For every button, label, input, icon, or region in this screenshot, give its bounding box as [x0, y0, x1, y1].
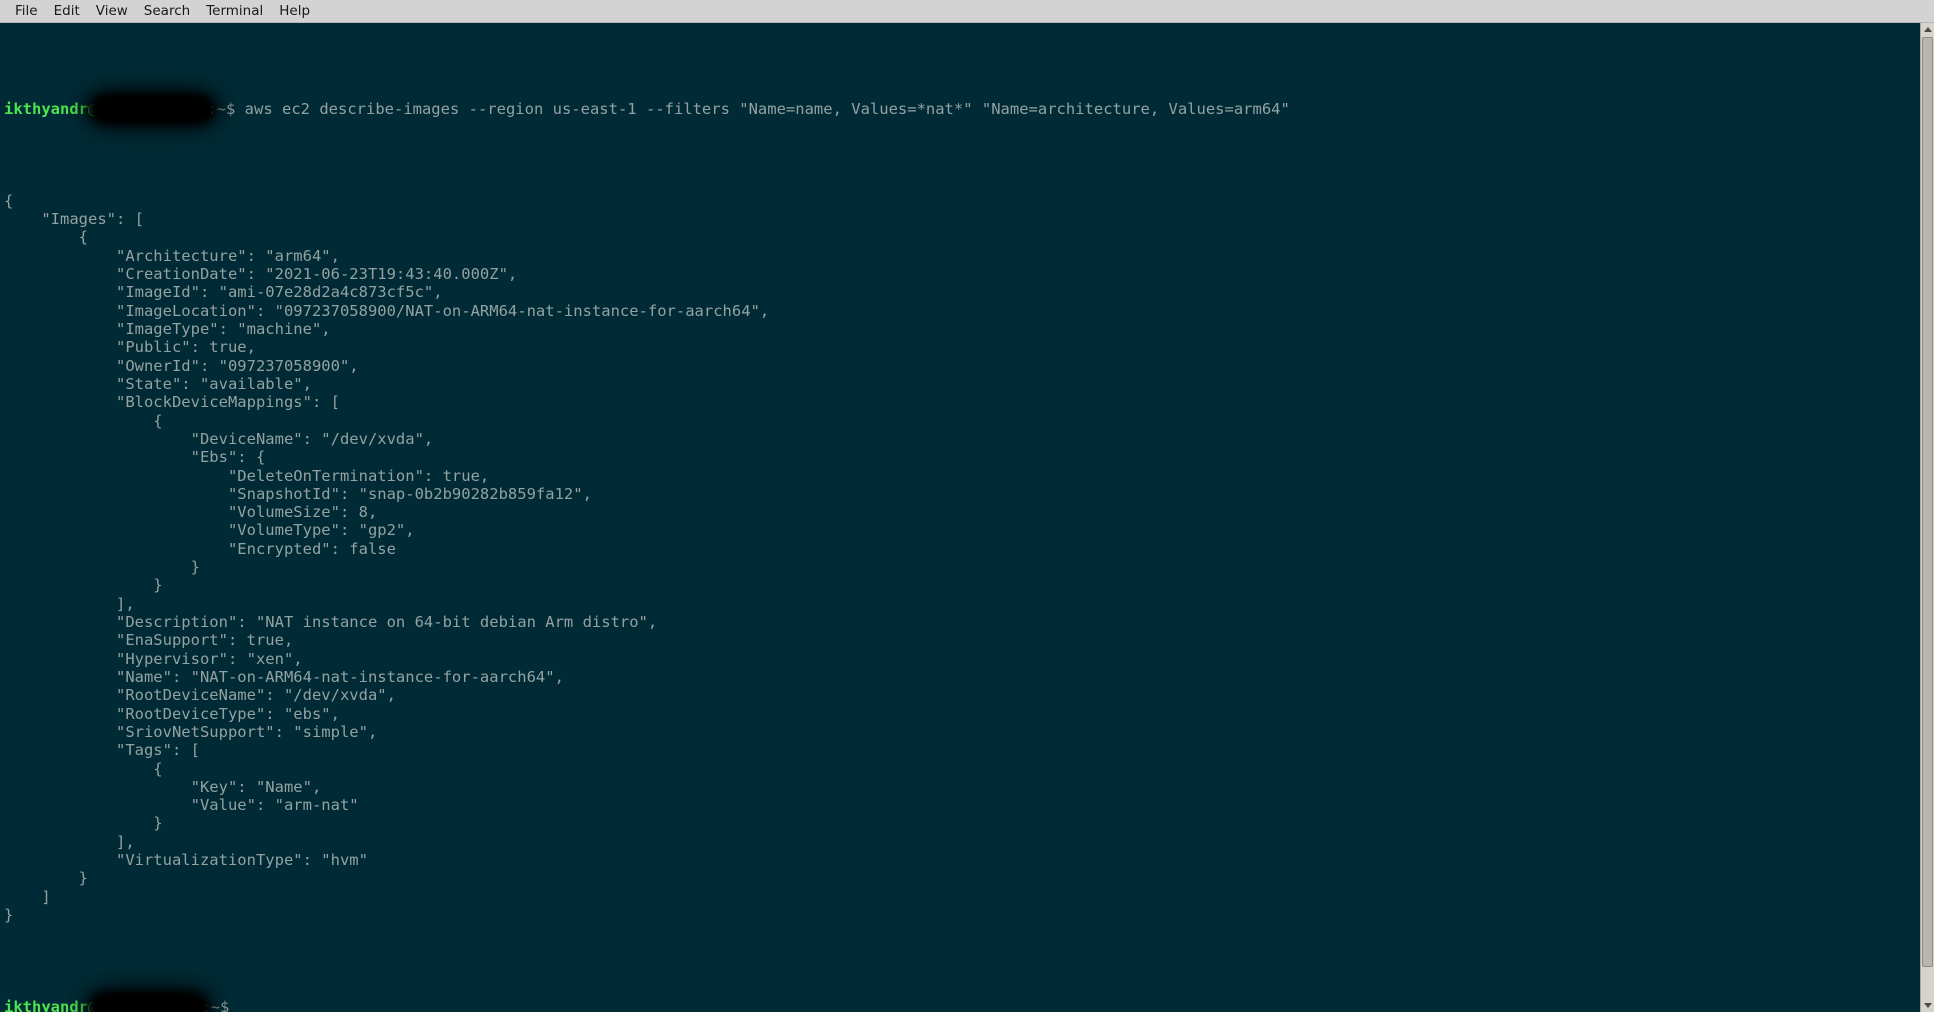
output-line: "Encrypted": false: [4, 539, 396, 558]
menu-item-edit[interactable]: Edit: [46, 1, 88, 21]
final-prompt-at: @: [88, 997, 98, 1012]
output-line: "DeleteOnTermination": true,: [4, 466, 490, 485]
output-line: "VolumeSize": 8,: [4, 503, 378, 522]
terminal-screen[interactable]: ikthyandr@:~$ aws ec2 describe-images --…: [0, 23, 1920, 1012]
output-line: {: [4, 411, 163, 430]
output-line: "VirtualizationType": "hvm": [4, 851, 368, 870]
menu-item-terminal[interactable]: Terminal: [198, 1, 271, 21]
menu-item-view[interactable]: View: [88, 1, 136, 21]
output-line: "RootDeviceType": "ebs",: [4, 704, 340, 723]
terminal-window: File Edit View Search Terminal Help ikth…: [0, 0, 1934, 1012]
output-line: {: [4, 228, 88, 247]
output-line: {: [4, 759, 163, 778]
command-text: aws ec2 describe-images --region us-east…: [235, 100, 1290, 119]
output-line: }: [4, 814, 163, 833]
scroll-up-arrow-icon[interactable]: [1921, 23, 1934, 36]
output-line: }: [4, 906, 14, 924]
menu-bar: File Edit View Search Terminal Help: [0, 0, 1934, 23]
prompt-user: ikthyandr: [4, 100, 88, 119]
output-line: }: [4, 869, 88, 888]
output-line: }: [4, 576, 163, 595]
output-line: ],: [4, 594, 135, 613]
output-line: ],: [4, 832, 135, 851]
output-line: "Hypervisor": "xen",: [4, 649, 303, 668]
output-line: "Tags": [: [4, 741, 200, 760]
final-prompt-path: :~$: [201, 997, 230, 1012]
output-line: "Key": "Name",: [4, 777, 322, 796]
final-redacted-hostname: [97, 999, 202, 1012]
scrollbar-thumb[interactable]: [1922, 37, 1933, 967]
scroll-down-arrow-icon[interactable]: [1921, 999, 1934, 1012]
output-line: "Architecture": "arm64",: [4, 246, 340, 265]
terminal-area: ikthyandr@:~$ aws ec2 describe-images --…: [0, 23, 1934, 1012]
final-prompt-line: ikthyandr@ :~$: [4, 998, 1920, 1012]
output-line: "VolumeType": "gp2",: [4, 521, 415, 540]
output-line: "Value": "arm-nat": [4, 796, 359, 815]
menu-item-file[interactable]: File: [7, 1, 46, 21]
output-line: "SriovNetSupport": "simple",: [4, 722, 378, 741]
menu-item-help[interactable]: Help: [271, 1, 318, 21]
output-line: "BlockDeviceMappings": [: [4, 393, 340, 412]
output-line: ]: [4, 887, 51, 906]
output-line: "CreationDate": "2021-06-23T19:43:40.000…: [4, 265, 518, 284]
output-line: "ImageLocation": "097237058900/NAT-on-AR…: [4, 301, 770, 320]
output-line: "ImageType": "machine",: [4, 320, 331, 338]
output-line: "Public": true,: [4, 338, 256, 357]
redacted-hostname: [97, 102, 208, 117]
output-line: "Description": "NAT instance on 64-bit d…: [4, 613, 658, 631]
output-line: "ImageId": "ami-07e28d2a4c873cf5c",: [4, 283, 443, 302]
prompt-at: @: [88, 100, 98, 119]
prompt-path: :~$: [207, 100, 236, 119]
command-line: ikthyandr@ :~$ aws ec2 describe-images --…: [4, 100, 1920, 118]
output-line: }: [4, 558, 200, 577]
menu-item-search[interactable]: Search: [136, 1, 198, 21]
output-line: "EnaSupport": true,: [4, 631, 294, 650]
output-line: "Name": "NAT-on-ARM64-nat-instance-for-a…: [4, 667, 564, 686]
output-line: "DeviceName": "/dev/xvda",: [4, 429, 434, 448]
output-line: "OwnerId": "097237058900",: [4, 356, 359, 375]
output-line: {: [4, 191, 14, 210]
output-line: "SnapshotId": "snap-0b2b90282b859fa12",: [4, 484, 592, 503]
output-line: "Ebs": {: [4, 448, 266, 467]
output-line: "Images": [: [4, 210, 144, 229]
final-prompt-user: ikthyandr: [4, 997, 88, 1012]
vertical-scrollbar[interactable]: [1920, 23, 1934, 1012]
output-line: "RootDeviceName": "/dev/xvda",: [4, 686, 396, 705]
output-line: "State": "available",: [4, 374, 312, 393]
command-output: { "Images": [ { "Architecture": "arm64",…: [4, 192, 1920, 925]
